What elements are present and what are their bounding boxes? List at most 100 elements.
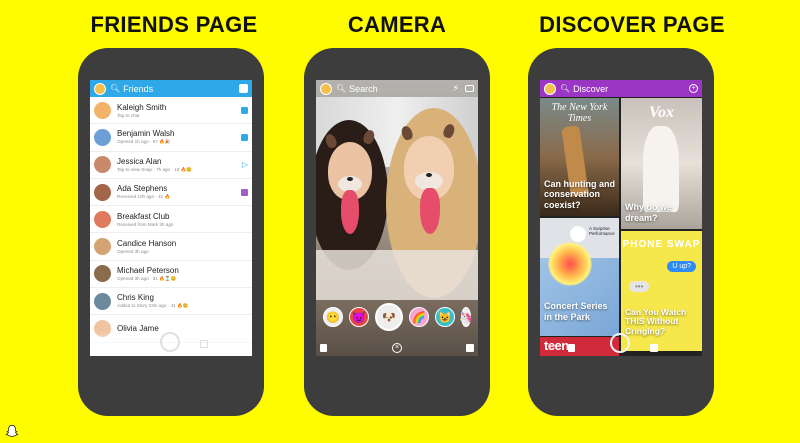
camera-header: 🔍︎ Search ⚡︎ <box>316 80 478 97</box>
friend-status: Added to Story 23m ago · 41 🔥😊 <box>117 303 189 309</box>
camera-heading: CAMERA <box>347 12 447 37</box>
friend-avatar <box>94 292 111 310</box>
lens-option[interactable]: 😈 <box>349 307 369 327</box>
tile-brand: The New York Times <box>551 102 608 124</box>
tile-brand: Vox <box>649 104 674 121</box>
friend-avatar <box>94 210 111 228</box>
discover-tile-vox[interactable]: Vox Why do we dream? <box>621 98 702 229</box>
friend-status: Opened 1h ago · 67 🔥🎉 <box>117 139 171 145</box>
discover-tile-concert[interactable]: A Surprise Performance Concert Series in… <box>540 218 619 336</box>
discover-phone: 🔍︎ Discover + The New York Times Can hun… <box>528 48 714 416</box>
stories-icon[interactable] <box>650 344 658 352</box>
friend-status: Opened 3h ago · 61 🔥⏳😊 <box>117 275 177 281</box>
friend-name: Benjamin Walsh <box>117 129 175 139</box>
friend-status: Received 10h ago · 41 🔥 <box>117 194 171 200</box>
friend-avatar <box>94 265 111 283</box>
discover-tile-nyt[interactable]: The New York Times Can hunting and conse… <box>540 98 619 216</box>
discover-title[interactable]: Discover <box>573 84 689 94</box>
friend-avatar <box>94 238 111 256</box>
capture-button[interactable] <box>160 332 180 352</box>
camera-screen: 🔍︎ Search ⚡︎ 😶 😈 🐶 🌈 😺 🦄 × <box>316 80 478 356</box>
tile-brand: PHONE SWAP <box>622 239 701 250</box>
friend-avatar <box>94 320 111 338</box>
dog-nose <box>426 173 432 177</box>
friend-row[interactable]: Breakfast Club Received from Mark 2h ago <box>90 206 252 234</box>
friends-page-heading: FRIENDS PAGE <box>90 12 258 37</box>
friend-row[interactable]: Kaleigh Smith Tap to chat <box>90 97 252 125</box>
profile-avatar[interactable] <box>320 82 332 95</box>
friend-name: Breakfast Club <box>117 211 170 221</box>
shirt-area <box>316 250 478 300</box>
close-lens-icon[interactable]: × <box>392 343 402 353</box>
flip-camera-icon[interactable] <box>465 85 474 92</box>
profile-avatar[interactable] <box>94 82 106 95</box>
lens-option[interactable]: 🦄 <box>459 307 473 327</box>
friend-avatar <box>94 101 111 119</box>
tile-brand: A Surprise Performance <box>589 226 615 236</box>
typing-indicator-icon: ••• <box>629 281 650 292</box>
sent-arrow-icon: ▷ <box>241 159 248 169</box>
lens-option[interactable]: 🌈 <box>409 307 429 327</box>
friend-name: Ada Stephens <box>117 184 168 194</box>
capture-button[interactable] <box>610 333 630 353</box>
discover-tile-phone-swap[interactable]: PHONE SWAP U up? ••• Can You Watch THIS … <box>621 231 702 351</box>
chat-icon <box>241 106 248 114</box>
dog-tongue <box>420 188 440 234</box>
friends-screen: 🔍︎ Friends Kaleigh Smith Tap to chat Benj… <box>90 80 252 356</box>
lens-option[interactable]: 😶 <box>323 307 343 327</box>
tile-caption: Concert Series in the Park <box>544 301 608 322</box>
tile-brand: teen <box>544 338 569 353</box>
friend-name: Michael Peterson <box>117 265 179 275</box>
snap-icon <box>241 188 248 196</box>
chat-icon[interactable] <box>320 344 327 352</box>
friend-name: Olivia Jame <box>117 324 159 334</box>
friends-title[interactable]: Friends <box>123 84 239 94</box>
snapchat-ghost-logo-icon <box>5 425 19 437</box>
friend-name: Candice Hanson <box>117 239 177 249</box>
friend-row[interactable]: Candice Hanson Opened 3h ago <box>90 233 252 261</box>
dog-nose <box>347 177 353 181</box>
friend-row[interactable]: Michael Peterson Opened 3h ago · 61 🔥⏳😊 <box>90 261 252 289</box>
profile-avatar[interactable] <box>544 82 556 95</box>
friend-avatar <box>94 128 111 146</box>
friend-row[interactable]: Benjamin Walsh Opened 1h ago · 67 🔥🎉 <box>90 124 252 152</box>
friend-status: Tap to chat <box>117 112 140 118</box>
add-icon[interactable]: + <box>689 84 698 93</box>
chat-icon <box>241 133 248 141</box>
tile-caption: Can hunting and conservation coexist? <box>544 178 615 210</box>
friend-name: Chris King <box>117 293 154 303</box>
discover-tile-teen[interactable]: teen <box>540 337 619 356</box>
heatmap-blob <box>548 242 592 286</box>
friend-avatar <box>94 156 111 174</box>
discover-screen: 🔍︎ Discover + The New York Times Can hun… <box>540 80 702 356</box>
chat-icon[interactable] <box>568 344 575 352</box>
dress-figure <box>643 126 679 212</box>
friend-row[interactable]: Ada Stephens Received 10h ago · 41 🔥 <box>90 179 252 207</box>
search-icon[interactable]: 🔍︎ <box>560 84 570 93</box>
search-label[interactable]: Search <box>349 84 453 94</box>
search-icon[interactable]: 🔍︎ <box>336 84 346 93</box>
friend-avatar <box>94 183 111 201</box>
friend-row[interactable]: Chris King Added to Story 23m ago · 41 🔥😊 <box>90 288 252 316</box>
chat-bubble-sent: U up? <box>667 261 696 272</box>
stories-icon[interactable] <box>200 340 208 348</box>
friend-row[interactable]: Jessica Alan Tap to view Snap · 7h ago · … <box>90 152 252 179</box>
lens-option[interactable]: 😺 <box>435 307 455 327</box>
discover-page-heading: DISCOVER PAGE <box>539 12 725 37</box>
friends-header: 🔍︎ Friends <box>90 80 252 97</box>
lens-option-selected[interactable]: 🐶 <box>375 303 403 331</box>
tile-caption: Can You Watch THIS Without Cringing? <box>625 306 687 337</box>
dog-tongue <box>341 190 359 234</box>
friend-status: Received from Mark 2h ago <box>117 221 174 227</box>
flash-icon[interactable]: ⚡︎ <box>453 83 459 94</box>
lens-carousel: 😶 😈 🐶 🌈 😺 🦄 <box>316 300 478 334</box>
friend-status: Opened 3h ago <box>117 249 149 255</box>
friend-name: Jessica Alan <box>117 156 162 166</box>
friends-list: Kaleigh Smith Tap to chat Benjamin Walsh O… <box>90 97 252 343</box>
stories-icon[interactable] <box>466 344 474 352</box>
friends-phone: 🔍︎ Friends Kaleigh Smith Tap to chat Benj… <box>78 48 264 416</box>
performer-avatar <box>570 226 586 242</box>
search-icon[interactable]: 🔍︎ <box>110 84 120 93</box>
new-chat-icon[interactable] <box>239 84 248 93</box>
camera-phone: 🔍︎ Search ⚡︎ 😶 😈 🐶 🌈 😺 🦄 × <box>304 48 490 416</box>
